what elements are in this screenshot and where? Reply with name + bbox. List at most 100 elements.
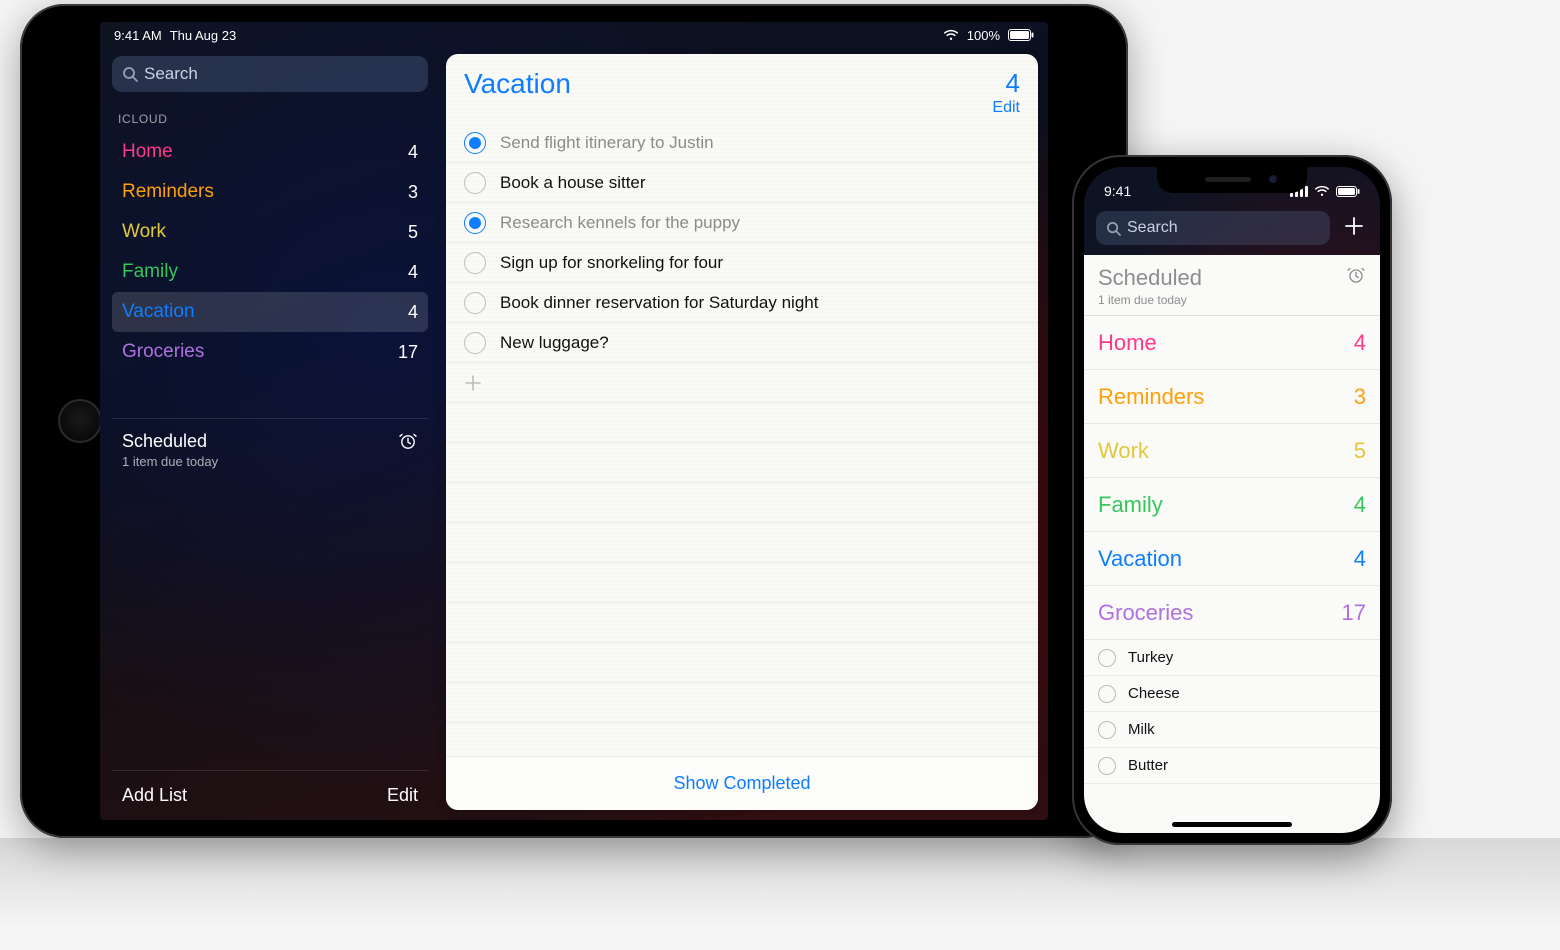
status-date: Thu Aug 23 <box>170 28 237 43</box>
search-input[interactable]: Search <box>1096 211 1330 245</box>
status-time: 9:41 <box>1104 183 1131 199</box>
reminder-text: Sign up for snorkeling for four <box>500 253 723 273</box>
wifi-icon <box>943 29 959 41</box>
sidebar-list-row[interactable]: Family 4 <box>112 252 428 292</box>
edit-lists-button[interactable]: Edit <box>387 785 418 806</box>
notch <box>1157 167 1307 193</box>
ipad-device: 9:41 AM Thu Aug 23 100% Search ICLOUD Ho… <box>20 4 1128 838</box>
status-time: 9:41 AM <box>114 28 162 43</box>
battery-icon <box>1336 186 1360 197</box>
reminder-text: Book a house sitter <box>500 173 646 193</box>
list-count: 4 <box>1354 546 1366 572</box>
sidebar-list-row[interactable]: Groceries 17 <box>112 332 428 372</box>
list-row[interactable]: Groceries 17 <box>1084 586 1380 640</box>
list-name: Work <box>122 221 166 243</box>
ipad-status-bar: 9:41 AM Thu Aug 23 100% <box>100 22 1048 48</box>
reminder-row[interactable]: Milk <box>1084 712 1380 748</box>
floor-reflection <box>0 838 1560 950</box>
list-count: 4 <box>408 142 418 163</box>
iphone-device: 9:41 Search <box>1072 155 1392 845</box>
list-count: 3 <box>1354 384 1366 410</box>
reminder-text: Book dinner reservation for Saturday nig… <box>500 293 818 313</box>
alarm-clock-icon <box>1346 265 1366 290</box>
reminder-row[interactable]: Sign up for snorkeling for four <box>446 243 1038 283</box>
scheduled-block[interactable]: Scheduled 1 item due today <box>112 418 428 481</box>
complete-toggle[interactable] <box>1098 721 1116 739</box>
scheduled-title: Scheduled <box>1098 265 1202 291</box>
ipad-screen: 9:41 AM Thu Aug 23 100% Search ICLOUD Ho… <box>100 22 1048 820</box>
wifi-icon <box>1314 185 1330 197</box>
complete-toggle[interactable] <box>464 292 486 314</box>
add-list-button[interactable]: Add List <box>122 785 187 806</box>
reminder-text: Butter <box>1128 757 1168 774</box>
reminder-text: Cheese <box>1128 685 1180 702</box>
list-count: 17 <box>398 342 418 363</box>
iphone-screen: 9:41 Search <box>1084 167 1380 833</box>
list-name: Home <box>122 141 173 163</box>
complete-toggle[interactable] <box>1098 685 1116 703</box>
reminder-text: Research kennels for the puppy <box>500 213 740 233</box>
reminder-row[interactable]: Butter <box>1084 748 1380 784</box>
list-count: 4 <box>1354 492 1366 518</box>
list-name: Family <box>122 261 178 283</box>
home-indicator[interactable] <box>1172 822 1292 827</box>
scheduled-title: Scheduled <box>122 431 218 452</box>
list-count: 17 <box>1342 600 1366 626</box>
search-placeholder: Search <box>1127 219 1178 237</box>
alarm-clock-icon <box>398 431 418 456</box>
list-name: Vacation <box>1098 546 1182 572</box>
edit-list-button[interactable]: Edit <box>992 99 1020 117</box>
scheduled-block[interactable]: Scheduled 1 item due today <box>1084 255 1380 316</box>
complete-toggle[interactable] <box>464 252 486 274</box>
search-placeholder: Search <box>144 64 198 84</box>
reminder-text: Send flight itinerary to Justin <box>500 133 714 153</box>
reminder-row[interactable]: New luggage? <box>446 323 1038 363</box>
sidebar-list-row[interactable]: Work 5 <box>112 212 428 252</box>
reminder-row[interactable]: Send flight itinerary to Justin <box>446 123 1038 163</box>
reminder-row[interactable]: Turkey <box>1084 640 1380 676</box>
list-title: Vacation <box>464 68 571 100</box>
sidebar-list-row[interactable]: Home 4 <box>112 132 428 172</box>
sidebar-list-row[interactable]: Vacation4 <box>112 292 428 332</box>
reminder-row[interactable]: Book dinner reservation for Saturday nig… <box>446 283 1038 323</box>
list-name: Reminders <box>122 181 214 203</box>
list-name: Work <box>1098 438 1149 464</box>
list-row[interactable]: Home4 <box>1084 316 1380 370</box>
home-button[interactable] <box>58 399 102 443</box>
reminder-text: New luggage? <box>500 333 609 353</box>
list-count: 4 <box>992 68 1020 99</box>
add-item-button[interactable] <box>446 363 1038 403</box>
list-row[interactable]: Reminders 3 <box>1084 370 1380 424</box>
list-count: 4 <box>408 262 418 283</box>
list-row[interactable]: Vacation 4 <box>1084 532 1380 586</box>
reminder-row[interactable]: Research kennels for the puppy <box>446 203 1038 243</box>
list-count: 3 <box>408 182 418 203</box>
search-input[interactable]: Search <box>112 56 428 92</box>
reminder-row[interactable]: Book a house sitter <box>446 163 1038 203</box>
complete-toggle[interactable] <box>464 212 486 234</box>
list-row[interactable]: Family4 <box>1084 478 1380 532</box>
sidebar-list-row[interactable]: Reminders 3 <box>112 172 428 212</box>
sidebar: Search ICLOUD Home 4 Reminders 3 Work 5 Family… <box>100 48 440 820</box>
reminder-text: Turkey <box>1128 649 1173 666</box>
list-row[interactable]: Work5 <box>1084 424 1380 478</box>
section-label: ICLOUD <box>118 112 422 126</box>
show-completed-button[interactable]: Show Completed <box>446 756 1038 810</box>
status-battery-text: 100% <box>967 28 1000 43</box>
complete-toggle[interactable] <box>464 132 486 154</box>
list-name: Groceries <box>122 341 204 363</box>
complete-toggle[interactable] <box>464 332 486 354</box>
list-name: Reminders <box>1098 384 1204 410</box>
scheduled-subtitle: 1 item due today <box>122 454 218 469</box>
reminder-row[interactable]: Cheese <box>1084 676 1380 712</box>
empty-lines <box>446 403 1038 756</box>
complete-toggle[interactable] <box>1098 757 1116 775</box>
add-button[interactable] <box>1340 214 1368 242</box>
complete-toggle[interactable] <box>1098 649 1116 667</box>
reminder-text: Milk <box>1128 721 1155 738</box>
list-count: 5 <box>408 222 418 243</box>
complete-toggle[interactable] <box>464 172 486 194</box>
list-name: Groceries <box>1098 600 1193 626</box>
list-count: 4 <box>408 302 418 323</box>
list-count: 4 <box>1354 330 1366 356</box>
